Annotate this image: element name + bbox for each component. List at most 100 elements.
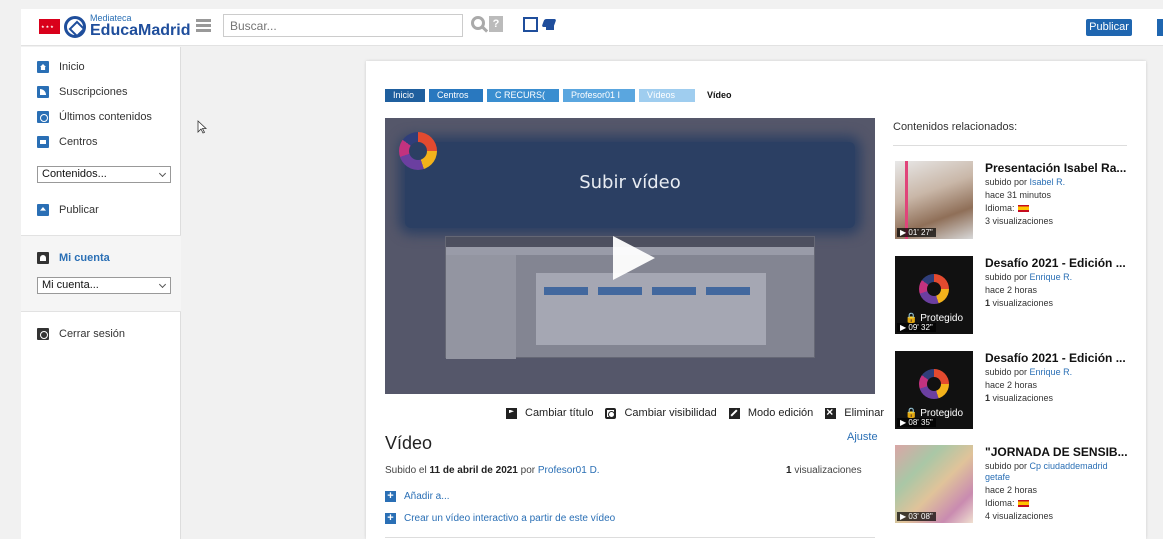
account-title[interactable]: Mi cuenta xyxy=(37,252,110,264)
breadcrumb-item-centros[interactable]: Centros xyxy=(429,89,483,102)
top-header: ★★★ Mediateca EducaMadrid ? Publicar xyxy=(21,9,1163,46)
breadcrumb-item-user[interactable]: Profesor01 I xyxy=(563,89,635,102)
delete-button[interactable]: Eliminar xyxy=(825,405,884,419)
change-visibility-button[interactable]: Cambiar visibilidad xyxy=(605,407,717,419)
educamadrid-emblem-icon xyxy=(64,15,86,38)
related-title[interactable]: Presentación Isabel Ra... xyxy=(985,161,1130,175)
help-icon[interactable]: ? xyxy=(489,16,503,32)
related-item[interactable]: 🔒 Protegido ▶ 09' 32" Desafío 2021 - Edi… xyxy=(895,256,1135,336)
graduation-cap-icon[interactable] xyxy=(541,19,559,31)
video-actions: Cambiar título Cambiar visibilidad Modo … xyxy=(506,405,896,419)
square-view-icon[interactable] xyxy=(523,17,538,32)
sidebar-item-centros[interactable]: Centros xyxy=(37,136,98,148)
home-icon xyxy=(37,61,49,73)
breadcrumb-item-videos[interactable]: Vídeos xyxy=(639,89,695,102)
change-title-button[interactable]: Cambiar título xyxy=(506,407,593,419)
spain-flag-icon xyxy=(1017,205,1029,213)
video-thumbnail[interactable]: ▶ 01' 27" xyxy=(895,161,973,239)
sidebar-item-inicio[interactable]: Inicio xyxy=(37,61,85,73)
divider xyxy=(893,145,1127,146)
create-interactive-link[interactable]: + Crear un vídeo interactivo a partir de… xyxy=(385,513,615,524)
edit-mode-label: Modo edición xyxy=(747,407,814,419)
duration-badge: ▶ 09' 32" xyxy=(897,323,936,332)
flag-icon xyxy=(506,407,517,419)
sidebar-publish-link[interactable]: Publicar xyxy=(37,204,99,216)
educamadrid-logo[interactable]: ★★★ Mediateca EducaMadrid xyxy=(39,14,190,39)
channel-logo-icon xyxy=(399,132,437,170)
author-link[interactable]: Enrique R. xyxy=(1030,367,1073,377)
publish-button[interactable]: Publicar xyxy=(1086,19,1132,36)
divider xyxy=(385,537,875,538)
sidebar-item-label: Últimos contenidos xyxy=(59,111,152,123)
add-to-link[interactable]: + Añadir a... xyxy=(385,491,450,502)
spain-flag-icon xyxy=(1017,500,1029,508)
sidebar-item-ultimos-contenidos[interactable]: Últimos contenidos xyxy=(37,111,152,123)
sidebar-item-label: Suscripciones xyxy=(59,86,128,98)
view-count: 1 visualizaciones xyxy=(985,298,1054,308)
hamburger-menu-icon[interactable] xyxy=(196,19,211,32)
mouse-cursor-icon xyxy=(197,120,207,134)
banner-text: Subir vídeo xyxy=(579,172,681,193)
search-input[interactable] xyxy=(223,14,463,37)
related-item[interactable]: ▶ 03' 08" "JORNADA DE SENSIB... subido p… xyxy=(895,445,1135,525)
plus-icon: + xyxy=(385,491,396,502)
breadcrumb-item-current: Vídeo xyxy=(707,90,732,100)
channel-logo-icon xyxy=(919,369,949,399)
author-link[interactable]: Profesor01 D. xyxy=(538,465,600,476)
author-link[interactable]: Isabel R. xyxy=(1030,177,1066,187)
play-icon[interactable] xyxy=(613,236,655,280)
logout-link[interactable]: Cerrar sesión xyxy=(37,328,125,340)
video-thumbnail[interactable]: 🔒 Protegido ▶ 08' 35" xyxy=(895,351,973,429)
time-ago: hace 31 minutos xyxy=(985,190,1052,200)
sidebar: Inicio Suscripciones Últimos contenidos … xyxy=(21,47,181,539)
time-ago: hace 2 horas xyxy=(985,485,1038,495)
user-icon xyxy=(37,252,49,264)
sidebar-item-label: Inicio xyxy=(59,61,85,73)
sidebar-item-suscripciones[interactable]: Suscripciones xyxy=(37,86,127,98)
delete-label: Eliminar xyxy=(844,407,884,419)
adjust-link[interactable]: Ajuste xyxy=(847,431,878,443)
video-player[interactable]: Subir vídeo xyxy=(385,118,875,394)
logo-title: EducaMadrid xyxy=(90,22,191,39)
madrid-flag-icon: ★★★ xyxy=(39,19,60,34)
upload-date: 11 de abril de 2021 xyxy=(429,465,518,476)
view-count: 4 visualizaciones xyxy=(985,511,1054,521)
view-count: 1 visualizaciones xyxy=(786,465,862,476)
related-title[interactable]: Desafío 2021 - Edición ... xyxy=(985,351,1130,365)
view-count: 3 visualizaciones xyxy=(985,216,1054,226)
folder-icon xyxy=(37,136,49,148)
contents-select-value: Contenidos... xyxy=(42,168,107,180)
author-link[interactable]: Enrique R. xyxy=(1030,272,1073,282)
clock-icon xyxy=(37,111,49,123)
account-title-label: Mi cuenta xyxy=(59,252,110,264)
visibility-icon xyxy=(605,407,617,419)
breadcrumb-item-inicio[interactable]: Inicio xyxy=(385,89,425,102)
related-title[interactable]: Desafío 2021 - Edición ... xyxy=(985,256,1130,270)
video-thumbnail[interactable]: 🔒 Protegido ▶ 09' 32" xyxy=(895,256,973,334)
breadcrumb: Inicio Centros C RECURS( Profesor01 I Ví… xyxy=(385,89,746,102)
related-title[interactable]: "JORNADA DE SENSIB... xyxy=(985,445,1130,459)
edit-mode-button[interactable]: Modo edición xyxy=(728,407,814,419)
account-section: Mi cuenta Mi cuenta... xyxy=(21,235,181,312)
time-ago: hace 2 horas xyxy=(985,285,1038,295)
user-menu-button[interactable] xyxy=(1157,19,1163,36)
chevron-down-icon xyxy=(158,169,167,178)
change-title-label: Cambiar título xyxy=(525,407,594,419)
sidebar-item-label: Centros xyxy=(59,136,98,148)
plus-icon: + xyxy=(385,513,396,524)
rss-icon xyxy=(37,86,49,98)
power-icon xyxy=(37,328,49,340)
sidebar-item-label: Publicar xyxy=(59,204,99,216)
related-item[interactable]: ▶ 01' 27" Presentación Isabel Ra... subi… xyxy=(895,161,1135,241)
related-item[interactable]: 🔒 Protegido ▶ 08' 35" Desafío 2021 - Edi… xyxy=(895,351,1135,431)
upload-icon xyxy=(37,204,49,216)
contents-select[interactable]: Contenidos... xyxy=(37,166,171,183)
search-icon[interactable] xyxy=(471,16,485,30)
chevron-down-icon xyxy=(158,280,167,289)
pencil-icon xyxy=(728,407,740,419)
account-select-value: Mi cuenta... xyxy=(42,279,99,291)
account-select[interactable]: Mi cuenta... xyxy=(37,277,171,294)
video-thumbnail[interactable]: ▶ 03' 08" xyxy=(895,445,973,523)
breadcrumb-item-center[interactable]: C RECURS( xyxy=(487,89,559,102)
duration-badge: ▶ 08' 35" xyxy=(897,418,936,427)
